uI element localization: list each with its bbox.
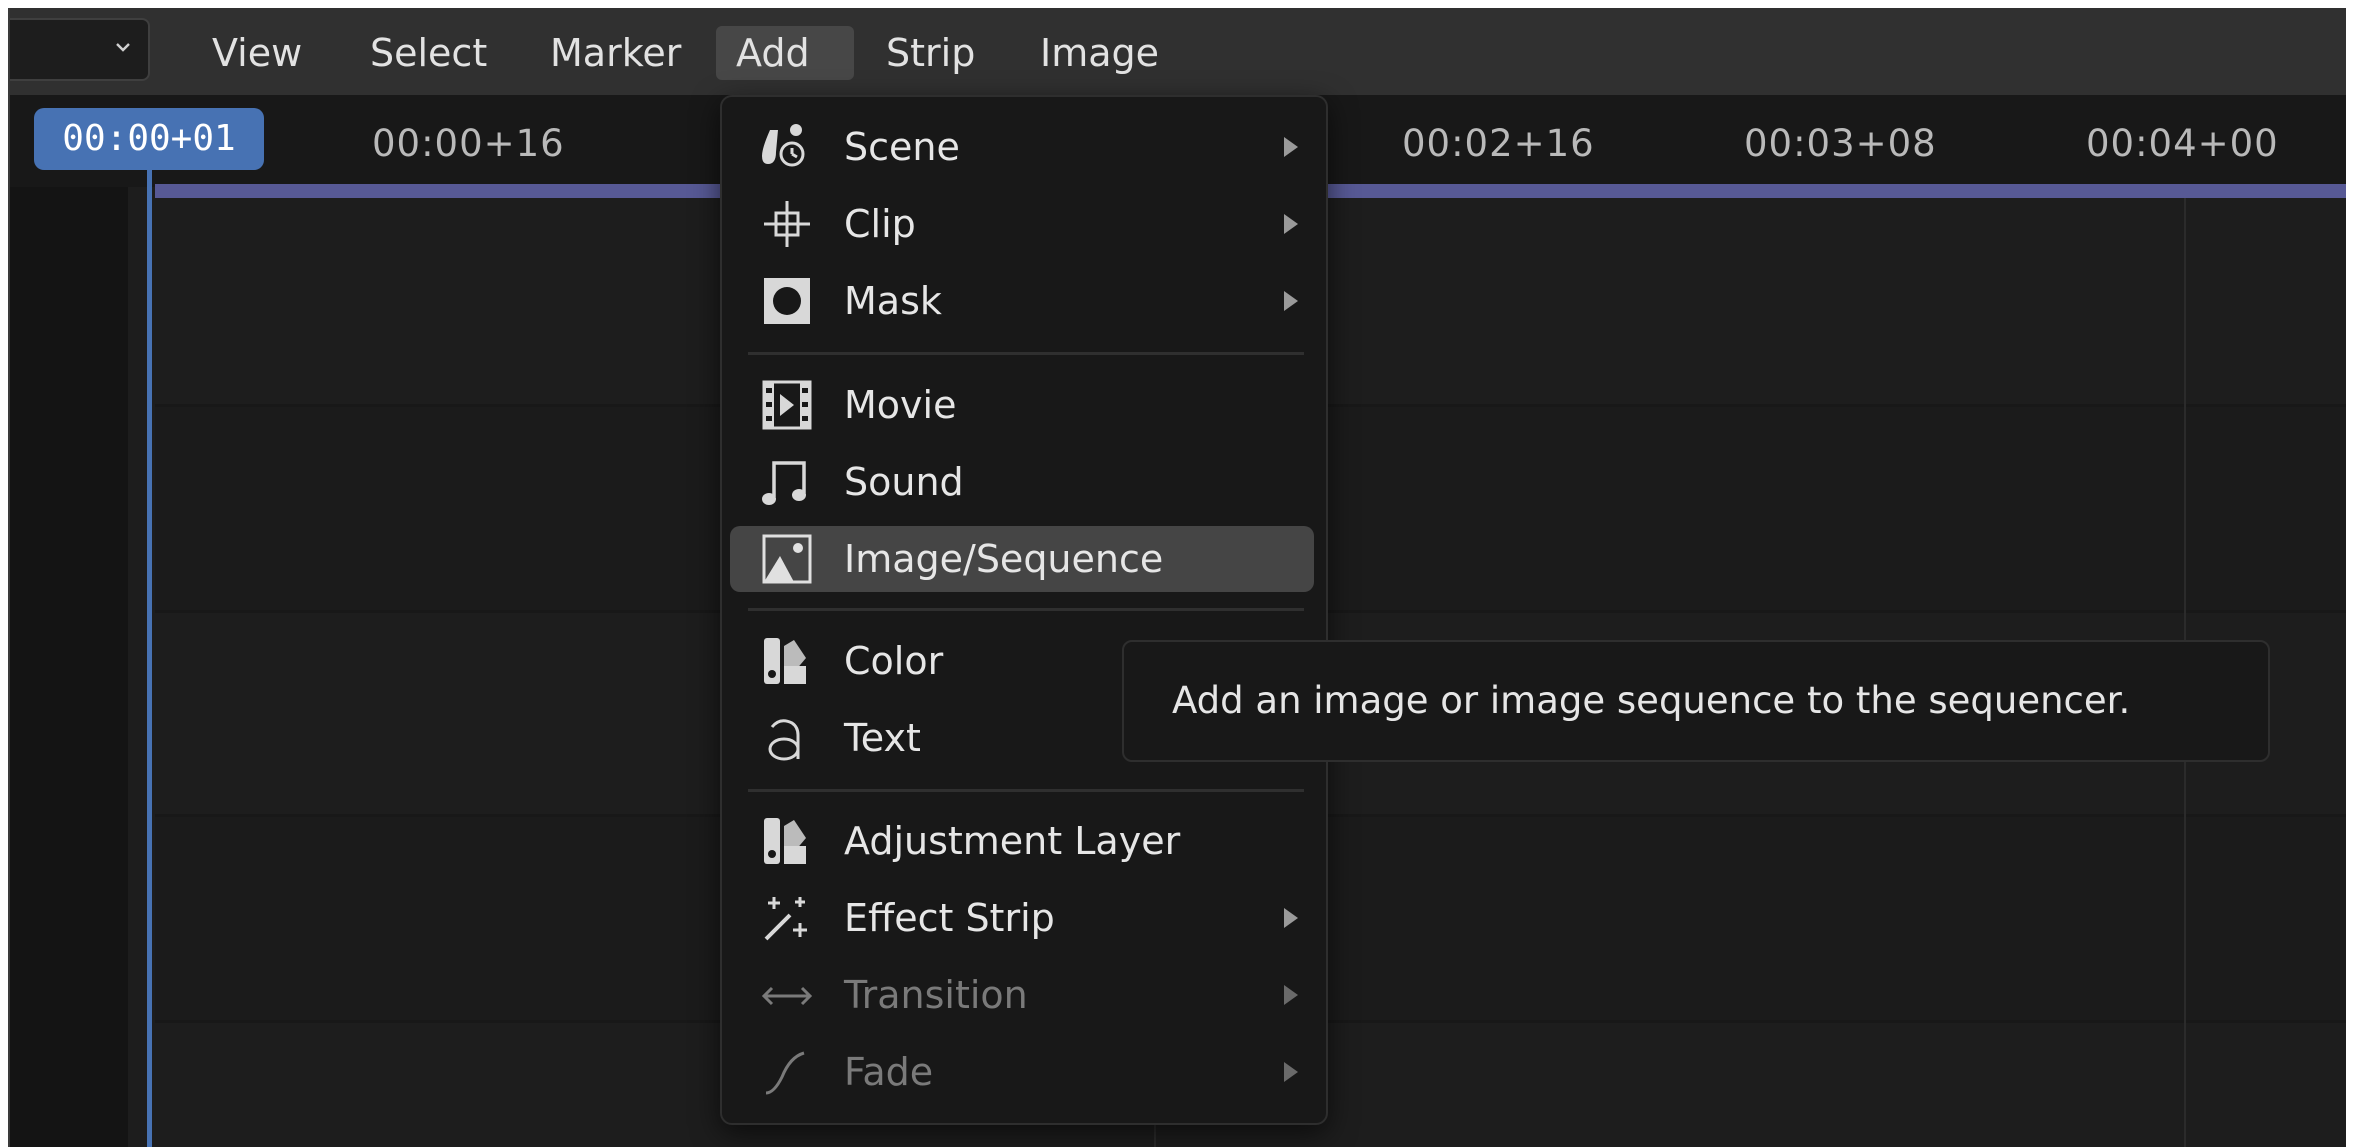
menu-separator — [748, 352, 1304, 355]
add-menu-item-adjustment-layer[interactable]: Adjustment Layer — [730, 808, 1314, 874]
add-menu-label: Effect Strip — [844, 896, 1055, 940]
submenu-arrow-icon — [1284, 908, 1298, 928]
add-menu-label: Sound — [844, 460, 964, 504]
menu-strip[interactable]: Strip — [866, 26, 995, 80]
submenu-arrow-icon — [1284, 214, 1298, 234]
playhead-line[interactable] — [147, 168, 152, 1147]
effect-strip-icon — [764, 897, 807, 941]
add-menu-item-sound[interactable]: Sound — [730, 449, 1314, 515]
tooltip-text: Add an image or image sequence to the se… — [1172, 679, 2131, 722]
menu-separator — [748, 789, 1304, 792]
menu-marker[interactable]: Marker — [530, 26, 701, 80]
header-menubar: View Select Marker Add Strip Image — [10, 8, 2346, 95]
adjustment-layer-icon — [764, 818, 806, 864]
add-menu-label: Color — [844, 639, 944, 683]
movie-icon — [762, 380, 812, 430]
current-frame-indicator[interactable]: 00:00+01 — [34, 108, 264, 170]
add-menu-dropdown: Scene Clip Mask Movie Sound Image/Sequen… — [720, 95, 1328, 1125]
menu-view[interactable]: View — [192, 26, 322, 80]
add-menu-label: Scene — [844, 125, 960, 169]
channels-region — [10, 187, 128, 1147]
mask-icon — [764, 278, 810, 324]
add-menu-label: Clip — [844, 202, 916, 246]
submenu-arrow-icon — [1284, 137, 1298, 157]
submenu-arrow-icon — [1284, 291, 1298, 311]
submenu-arrow-icon — [1284, 1062, 1298, 1082]
editor-mode-dropdown[interactable] — [10, 18, 150, 81]
text-icon — [768, 719, 800, 761]
tick-label: 00:04+00 — [2086, 122, 2279, 165]
scene-icon — [762, 124, 805, 167]
add-menu-item-scene[interactable]: Scene — [730, 114, 1314, 180]
image-icon — [762, 534, 812, 584]
submenu-arrow-icon — [1284, 985, 1298, 1005]
sound-icon — [762, 461, 806, 505]
tick-label: 00:00+16 — [372, 122, 565, 165]
sequencer-editor: View Select Marker Add Strip Image 00:00… — [8, 8, 2346, 1147]
add-menu-item-fade[interactable]: Fade — [730, 1039, 1314, 1105]
add-menu-item-image-sequence[interactable]: Image/Sequence — [730, 526, 1314, 592]
tick-label: 00:03+08 — [1744, 122, 1937, 165]
color-icon — [764, 638, 806, 684]
menu-image[interactable]: Image — [1020, 26, 1179, 80]
clip-icon — [764, 201, 810, 247]
add-menu-item-mask[interactable]: Mask — [730, 268, 1314, 334]
add-menu-item-clip[interactable]: Clip — [730, 191, 1314, 257]
add-menu-label: Movie — [844, 383, 957, 427]
add-menu-label: Transition — [844, 973, 1028, 1017]
add-menu-label: Text — [844, 716, 921, 760]
tick-label: 00:02+16 — [1402, 122, 1595, 165]
add-menu-label: Fade — [844, 1050, 934, 1094]
add-menu-item-transition[interactable]: Transition — [730, 962, 1314, 1028]
add-menu-label: Image/Sequence — [844, 537, 1164, 581]
menu-add[interactable]: Add — [716, 26, 854, 80]
add-menu-item-movie[interactable]: Movie — [730, 372, 1314, 438]
add-menu-label: Mask — [844, 279, 942, 323]
fade-icon — [765, 1051, 805, 1095]
tooltip: Add an image or image sequence to the se… — [1122, 640, 2270, 762]
menu-separator — [748, 608, 1304, 611]
add-menu-item-effect-strip[interactable]: Effect Strip — [730, 885, 1314, 951]
add-menu-label: Adjustment Layer — [844, 819, 1181, 863]
menu-select[interactable]: Select — [350, 26, 507, 80]
transition-icon — [761, 986, 813, 1006]
chevron-down-icon — [116, 43, 130, 52]
